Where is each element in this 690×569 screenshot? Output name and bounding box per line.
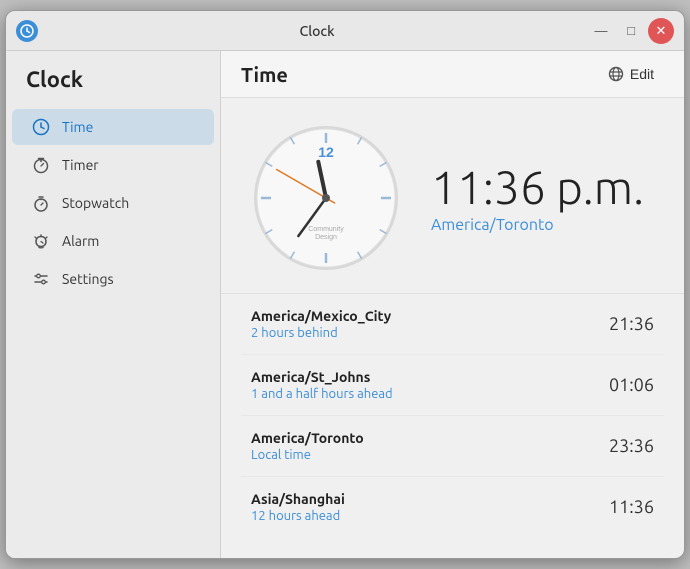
sidebar-item-stopwatch[interactable]: Stopwatch: [12, 185, 214, 221]
sidebar-title: Clock: [6, 61, 220, 108]
current-time-display: 11:36 p.m.: [431, 162, 644, 213]
svg-text:Design: Design: [315, 234, 337, 241]
sidebar-item-timer-label: Timer: [62, 157, 99, 173]
clock-location-info: America/St_Johns 1 and a half hours ahea…: [251, 369, 393, 401]
sidebar-item-settings[interactable]: Settings: [12, 261, 214, 297]
location-name: America/Mexico_City: [251, 308, 391, 324]
window-title: Clock: [46, 23, 588, 39]
table-row: Asia/Shanghai 12 hours ahead 11:36: [241, 477, 664, 537]
clock-display: 12 Community Design: [221, 98, 684, 294]
current-timezone-display: America/Toronto: [431, 216, 554, 234]
minimize-button[interactable]: —: [588, 18, 614, 44]
content-area: Clock Time Timer: [6, 51, 684, 558]
main-content: 12 Community Design: [221, 98, 684, 558]
svg-text:Community: Community: [308, 226, 344, 233]
time-icon: [32, 118, 50, 136]
svg-text:12: 12: [318, 144, 334, 160]
location-offset: 12 hours ahead: [251, 509, 345, 523]
sidebar-item-alarm[interactable]: Alarm: [12, 223, 214, 259]
location-name: America/Toronto: [251, 430, 364, 446]
sidebar-item-settings-label: Settings: [62, 271, 114, 287]
titlebar: Clock — □ ✕: [6, 11, 684, 51]
location-offset: 2 hours behind: [251, 326, 391, 340]
sidebar-item-time-label: Time: [62, 119, 93, 135]
location-time: 11:36: [609, 497, 654, 517]
maximize-button[interactable]: □: [618, 18, 644, 44]
location-time: 21:36: [609, 314, 654, 334]
table-row: America/Toronto Local time 23:36: [241, 416, 664, 477]
clock-location-info: Asia/Shanghai 12 hours ahead: [251, 491, 345, 523]
edit-button[interactable]: Edit: [598, 61, 664, 87]
sidebar-item-stopwatch-label: Stopwatch: [62, 195, 129, 211]
main-header: Time Edit: [221, 51, 684, 98]
app-window: Clock — □ ✕ Clock Time: [5, 10, 685, 559]
timer-icon: [32, 156, 50, 174]
clock-location-info: America/Toronto Local time: [251, 430, 364, 462]
window-controls: — □ ✕: [588, 18, 674, 44]
sidebar: Clock Time Timer: [6, 51, 221, 558]
settings-icon: [32, 270, 50, 288]
main-title: Time: [241, 63, 288, 86]
globe-icon: [608, 66, 624, 82]
location-name: Asia/Shanghai: [251, 491, 345, 507]
sidebar-item-time[interactable]: Time: [12, 109, 214, 145]
location-name: America/St_Johns: [251, 369, 393, 385]
stopwatch-icon: [32, 194, 50, 212]
location-offset: 1 and a half hours ahead: [251, 387, 393, 401]
close-button[interactable]: ✕: [648, 18, 674, 44]
location-offset: Local time: [251, 448, 364, 462]
alarm-icon: [32, 232, 50, 250]
sidebar-item-timer[interactable]: Timer: [12, 147, 214, 183]
table-row: America/St_Johns 1 and a half hours ahea…: [241, 355, 664, 416]
main-panel: Time Edit: [221, 51, 684, 558]
table-row: America/Mexico_City 2 hours behind 21:36: [241, 294, 664, 355]
digital-time-panel: 11:36 p.m. America/Toronto: [431, 162, 644, 235]
location-time: 01:06: [609, 375, 654, 395]
clock-location-info: America/Mexico_City 2 hours behind: [251, 308, 391, 340]
analog-clock: 12 Community Design: [251, 123, 401, 273]
app-icon: [16, 20, 38, 42]
world-clocks-list: America/Mexico_City 2 hours behind 21:36…: [221, 294, 684, 537]
location-time: 23:36: [609, 436, 654, 456]
edit-label: Edit: [630, 66, 654, 82]
sidebar-item-alarm-label: Alarm: [62, 233, 99, 249]
